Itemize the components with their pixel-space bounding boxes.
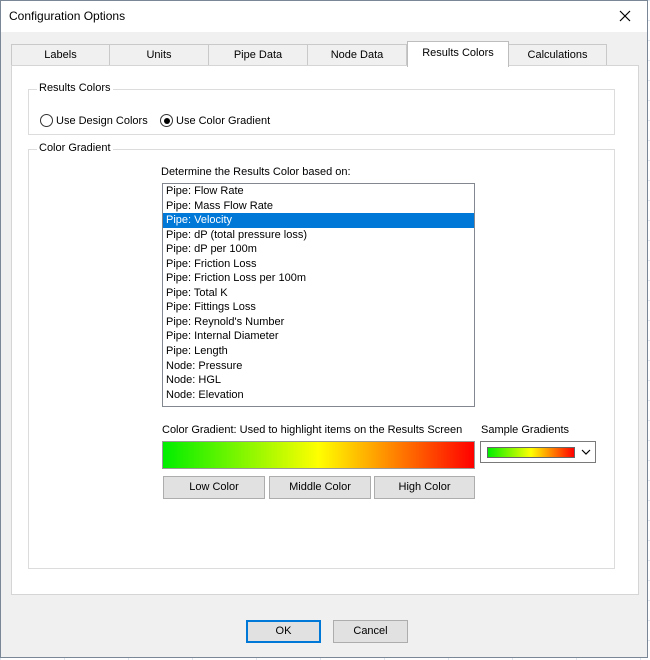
- list-heading: Determine the Results Color based on:: [161, 166, 351, 178]
- high-color-button[interactable]: High Color: [374, 476, 475, 499]
- close-button[interactable]: [603, 1, 647, 31]
- close-icon: [619, 10, 631, 22]
- list-item[interactable]: Pipe: Fittings Loss: [163, 300, 474, 315]
- tab-calculations[interactable]: Calculations: [508, 44, 607, 66]
- list-item[interactable]: Node: Elevation: [163, 388, 474, 403]
- window-title: Configuration Options: [9, 9, 126, 23]
- list-item[interactable]: Pipe: Friction Loss: [163, 257, 474, 272]
- middle-color-button[interactable]: Middle Color: [269, 476, 371, 499]
- radio-label: Use Design Colors: [56, 114, 148, 127]
- tab-units[interactable]: Units: [109, 44, 209, 66]
- results-colors-group-label: Results Colors: [37, 82, 113, 94]
- results-colors-group: [28, 89, 615, 135]
- radio-circle-selected: [160, 114, 173, 127]
- list-item[interactable]: Pipe: Mass Flow Rate: [163, 199, 474, 214]
- chevron-down-icon: [581, 449, 591, 455]
- tab-strip: Labels Units Pipe Data Node Data Results…: [11, 41, 607, 67]
- sample-gradients-dropdown[interactable]: [480, 441, 596, 463]
- low-color-button[interactable]: Low Color: [163, 476, 265, 499]
- use-color-gradient-radio[interactable]: Use Color Gradient: [160, 114, 270, 127]
- radio-label: Use Color Gradient: [176, 114, 271, 127]
- list-item[interactable]: Pipe: Flow Rate: [163, 184, 474, 199]
- color-gradient-group-label: Color Gradient: [37, 142, 113, 154]
- tab-node-data[interactable]: Node Data: [307, 44, 407, 66]
- ok-button[interactable]: OK: [246, 620, 321, 643]
- list-item[interactable]: Node: Pressure: [163, 359, 474, 374]
- tab-results-colors[interactable]: Results Colors: [407, 41, 509, 67]
- gradient-swatch: [487, 447, 575, 458]
- list-item[interactable]: Pipe: dP (total pressure loss): [163, 228, 474, 243]
- list-item-selected[interactable]: Pipe: Velocity: [163, 213, 474, 228]
- list-item[interactable]: Pipe: dP per 100m: [163, 242, 474, 257]
- title-bar: Configuration Options: [1, 1, 647, 32]
- use-design-colors-radio[interactable]: Use Design Colors: [40, 114, 148, 127]
- tab-labels[interactable]: Labels: [11, 44, 110, 66]
- results-basis-listbox[interactable]: Pipe: Flow Rate Pipe: Mass Flow Rate Pip…: [162, 183, 475, 407]
- gradient-caption: Color Gradient: Used to highlight items …: [162, 424, 463, 436]
- cancel-button[interactable]: Cancel: [333, 620, 408, 643]
- list-item[interactable]: Pipe: Total K: [163, 286, 474, 301]
- sample-gradients-label: Sample Gradients: [481, 424, 570, 436]
- configuration-dialog: Configuration Options Labels Units Pipe …: [0, 0, 648, 658]
- list-item[interactable]: Pipe: Reynold's Number: [163, 315, 474, 330]
- radio-circle: [40, 114, 53, 127]
- list-item[interactable]: Pipe: Internal Diameter: [163, 329, 474, 344]
- list-item[interactable]: Node: HGL: [163, 373, 474, 388]
- list-item[interactable]: Pipe: Friction Loss per 100m: [163, 271, 474, 286]
- list-item[interactable]: Pipe: Length: [163, 344, 474, 359]
- color-gradient-preview: [162, 441, 475, 469]
- tab-pipe-data[interactable]: Pipe Data: [208, 44, 308, 66]
